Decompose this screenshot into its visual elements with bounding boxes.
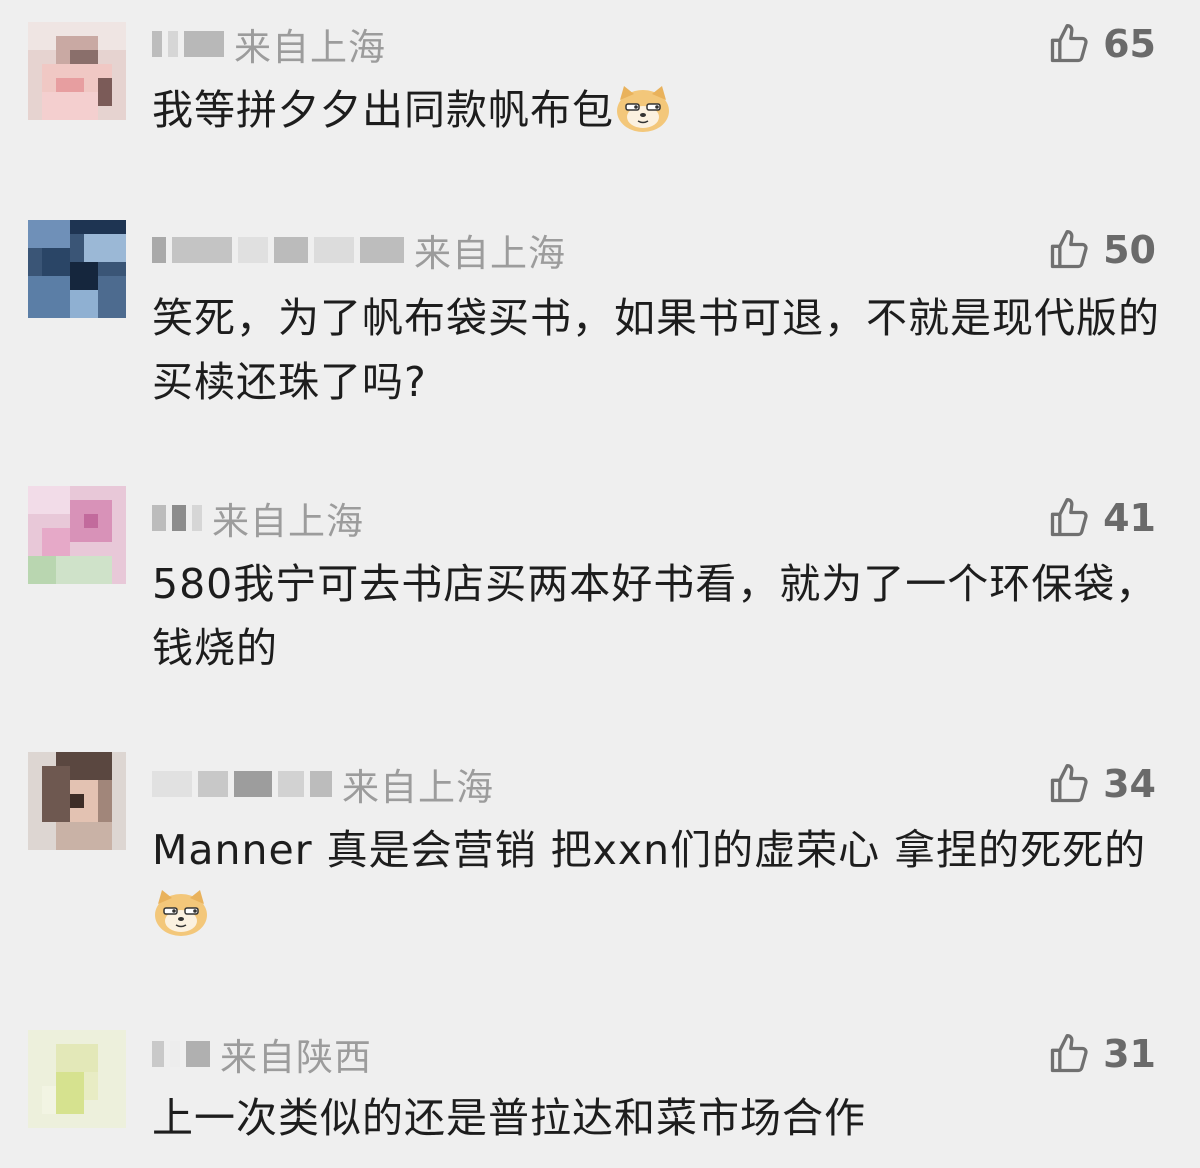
- avatar[interactable]: [28, 1030, 126, 1128]
- like-count: 41: [1103, 496, 1156, 540]
- avatar[interactable]: [28, 22, 126, 120]
- comment-text: 上一次类似的还是普拉达和菜市场合作: [152, 1094, 866, 1142]
- avatar[interactable]: [28, 752, 126, 850]
- thumbs-up-icon: [1047, 1032, 1091, 1076]
- location-label: 来自上海: [234, 26, 386, 69]
- nickname-blurred[interactable]: [152, 503, 202, 533]
- avatar[interactable]: [28, 220, 126, 318]
- nickname-blurred[interactable]: [152, 29, 224, 59]
- thumbs-up-icon: [1047, 228, 1091, 272]
- thumbs-up-icon: [1047, 22, 1091, 66]
- thumbs-up-icon: [1047, 496, 1091, 540]
- comment-meta: 来自陕西: [152, 1030, 372, 1079]
- location-label: 来自上海: [414, 232, 566, 275]
- comment-body: 我等拼夕夕出同款帆布包: [152, 86, 614, 134]
- location-label: 来自陕西: [220, 1036, 372, 1079]
- comment-meta: 来自上海: [152, 494, 364, 543]
- comment-meta: 来自上海: [152, 20, 386, 69]
- like-count: 50: [1103, 228, 1156, 272]
- comment-text: 我等拼夕夕出同款帆布包: [152, 78, 1168, 142]
- avatar[interactable]: [28, 486, 126, 584]
- like-count: 34: [1103, 762, 1156, 806]
- like-button[interactable]: 41: [1047, 494, 1156, 542]
- like-button[interactable]: 31: [1047, 1030, 1156, 1078]
- comment-text: 笑死，为了帆布袋买书，如果书可退，不就是现代版的买椟还珠了吗?: [152, 294, 1160, 406]
- like-button[interactable]: 65: [1047, 20, 1156, 68]
- comment-body: Manner 真是会营销 把xxn们的虚荣心 拿捏的死死的: [152, 826, 1147, 874]
- comment-meta: 来自上海: [152, 760, 494, 809]
- like-button[interactable]: 50: [1047, 226, 1156, 274]
- like-button[interactable]: 34: [1047, 760, 1156, 808]
- thumbs-up-icon: [1047, 762, 1091, 806]
- nickname-blurred[interactable]: [152, 769, 332, 799]
- comment-meta: 来自上海: [152, 226, 566, 275]
- location-label: 来自上海: [212, 500, 364, 543]
- like-count: 65: [1103, 22, 1156, 66]
- comment-text: 580我宁可去书店买两本好书看，就为了一个环保袋，钱烧的: [152, 560, 1158, 672]
- comment-text: Manner 真是会营销 把xxn们的虚荣心 拿捏的死死的: [152, 818, 1168, 946]
- nickname-blurred[interactable]: [152, 1039, 210, 1069]
- like-count: 31: [1103, 1032, 1156, 1076]
- doge-emoji: [152, 888, 210, 938]
- location-label: 来自上海: [342, 766, 494, 809]
- doge-emoji: [614, 84, 672, 134]
- nickname-blurred[interactable]: [152, 235, 404, 265]
